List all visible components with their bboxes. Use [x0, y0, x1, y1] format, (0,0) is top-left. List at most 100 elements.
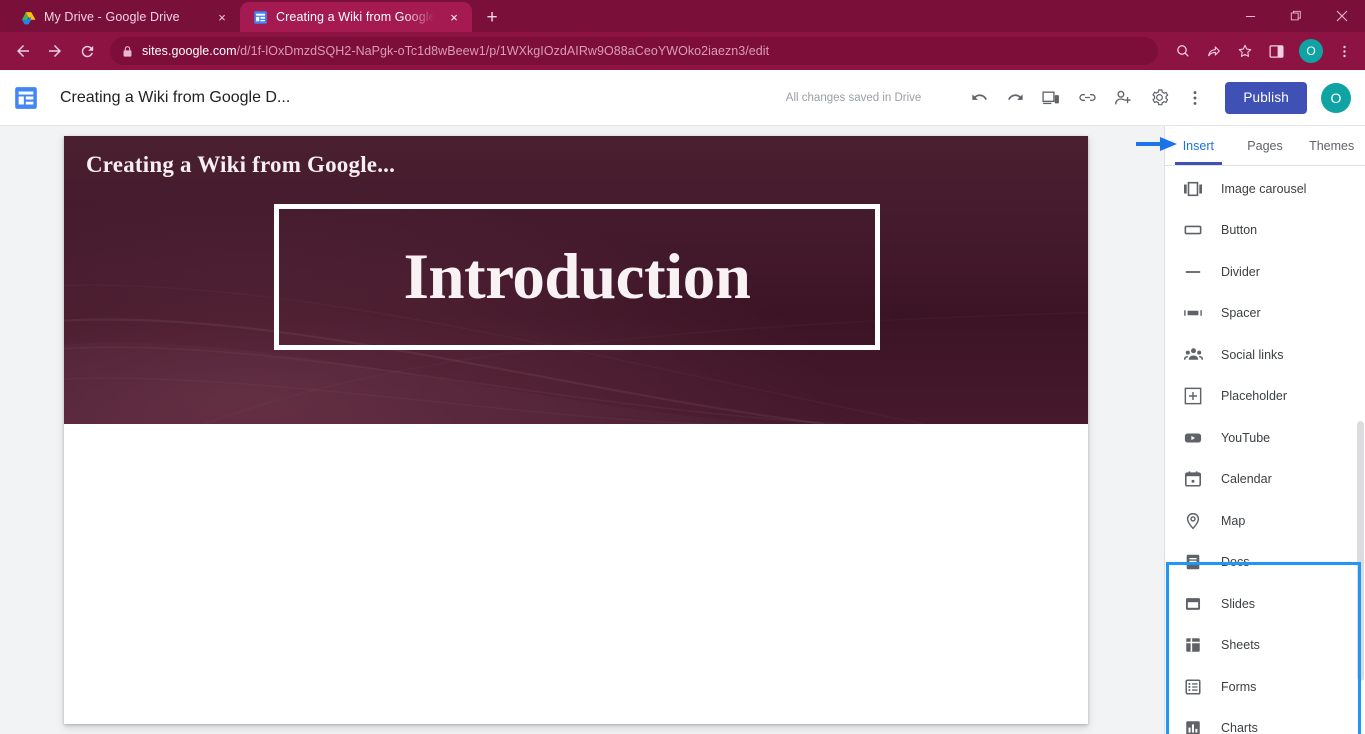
insert-item-slides[interactable]: Slides	[1165, 583, 1365, 625]
insert-item-label: Calendar	[1221, 472, 1272, 487]
new-tab-button[interactable]: +	[478, 3, 506, 31]
insert-item-label: Map	[1221, 513, 1246, 528]
browser-tab-drive[interactable]: My Drive - Google Drive ×	[8, 2, 240, 32]
page-title[interactable]: Creating a Wiki from Google D...	[60, 89, 290, 107]
insert-item-label: Docs	[1221, 555, 1250, 570]
search-icon[interactable]	[1168, 36, 1198, 66]
placeholder-plus-icon	[1183, 386, 1203, 406]
insert-item-label: Slides	[1221, 596, 1256, 611]
insert-item-label: Image carousel	[1221, 181, 1307, 196]
tab-pages[interactable]: Pages	[1232, 126, 1299, 165]
insert-item-label: Charts	[1221, 721, 1258, 734]
image-carousel-icon	[1183, 179, 1203, 199]
undo-icon[interactable]	[961, 80, 997, 116]
toolbar-actions: O	[1168, 36, 1359, 66]
drive-icon	[20, 9, 36, 25]
social-links-icon	[1183, 345, 1203, 365]
google-docs-icon	[1183, 552, 1203, 572]
redo-icon[interactable]	[997, 80, 1033, 116]
add-person-icon[interactable]	[1105, 80, 1141, 116]
url-domain: sites.google.com	[142, 44, 237, 58]
tab-title: Creating a Wiki from Google Doc	[276, 10, 438, 24]
insert-items-list: Image carousel Button Divider Spacer Soc…	[1165, 166, 1365, 734]
insert-item-calendar[interactable]: Calendar	[1165, 459, 1365, 501]
url-path: /d/1f-lOxDmzdSQH2-NaPgk-oTc1d8wBeew1/p/1…	[236, 44, 770, 58]
link-icon[interactable]	[1069, 80, 1105, 116]
button-icon	[1183, 220, 1203, 240]
insert-item-label: YouTube	[1221, 430, 1271, 445]
browser-window: My Drive - Google Drive × Creating a Wik…	[0, 0, 1365, 734]
site-banner[interactable]: Creating a Wiki from Google... Introduct…	[64, 136, 1088, 424]
insert-item-youtube[interactable]: YouTube	[1165, 417, 1365, 459]
insert-item-divider[interactable]: Divider	[1165, 251, 1365, 293]
page-content-area[interactable]	[64, 424, 1088, 724]
insert-item-image-carousel[interactable]: Image carousel	[1165, 168, 1365, 210]
youtube-icon	[1183, 428, 1203, 448]
sidebar-scrollbar[interactable]	[1357, 167, 1365, 734]
insert-item-label: Forms	[1221, 679, 1257, 694]
side-panel-icon[interactable]	[1261, 36, 1291, 66]
sidebar-tabs: Insert Pages Themes	[1165, 126, 1365, 166]
maximize-icon[interactable]	[1273, 0, 1319, 32]
publish-button[interactable]: Publish	[1225, 81, 1307, 114]
map-pin-icon	[1183, 511, 1203, 531]
three-dots-vertical-icon[interactable]	[1177, 80, 1213, 116]
preview-device-icon[interactable]	[1033, 80, 1069, 116]
save-status-text: All changes saved in Drive	[785, 91, 922, 104]
insert-item-label: Spacer	[1221, 306, 1261, 321]
scrollbar-thumb[interactable]	[1357, 421, 1364, 681]
insert-item-charts[interactable]: Charts	[1165, 708, 1365, 734]
account-avatar[interactable]: O	[1321, 82, 1351, 113]
tab-themes[interactable]: Themes	[1298, 126, 1365, 165]
address-bar[interactable]: sites.google.com/d/1f-lOxDmzdSQH2-NaPgk-…	[110, 37, 1158, 65]
google-charts-icon	[1183, 718, 1203, 734]
google-sheets-icon	[1183, 635, 1203, 655]
profile-avatar[interactable]: O	[1299, 39, 1323, 63]
insert-item-social-links[interactable]: Social links	[1165, 334, 1365, 376]
app-body: Creating a Wiki from Google... Introduct…	[0, 126, 1365, 734]
insert-item-forms[interactable]: Forms	[1165, 666, 1365, 708]
insert-item-sheets[interactable]: Sheets	[1165, 625, 1365, 667]
close-icon[interactable]	[1319, 0, 1365, 32]
reload-icon[interactable]	[72, 36, 102, 66]
close-icon[interactable]: ×	[446, 9, 462, 25]
minimize-icon[interactable]	[1227, 0, 1273, 32]
site-title-text[interactable]: Creating a Wiki from Google...	[86, 152, 395, 178]
insert-item-spacer[interactable]: Spacer	[1165, 293, 1365, 335]
three-dots-vertical-icon[interactable]	[1329, 36, 1359, 66]
browser-chrome: My Drive - Google Drive × Creating a Wik…	[0, 0, 1365, 70]
sites-icon	[252, 9, 268, 25]
google-sites-icon[interactable]	[12, 84, 40, 112]
insert-item-docs[interactable]: Docs	[1165, 542, 1365, 584]
hero-text[interactable]: Introduction	[404, 244, 751, 310]
insert-item-label: Placeholder	[1221, 389, 1288, 404]
calendar-icon	[1183, 469, 1203, 489]
url-text: sites.google.com/d/1f-lOxDmzdSQH2-NaPgk-…	[142, 44, 769, 58]
tab-strip: My Drive - Google Drive × Creating a Wik…	[0, 0, 1365, 32]
google-slides-icon	[1183, 594, 1203, 614]
google-forms-icon	[1183, 677, 1203, 697]
back-arrow-icon[interactable]	[8, 36, 38, 66]
insert-item-label: Divider	[1221, 264, 1260, 279]
browser-toolbar: sites.google.com/d/1f-lOxDmzdSQH2-NaPgk-…	[0, 32, 1365, 70]
share-icon[interactable]	[1199, 36, 1229, 66]
tab-title: My Drive - Google Drive	[44, 10, 180, 24]
site-page-card: Creating a Wiki from Google... Introduct…	[64, 136, 1088, 724]
divider-icon	[1183, 262, 1203, 282]
insert-sidebar: Insert Pages Themes Image carousel Butto…	[1164, 126, 1365, 734]
insert-item-button[interactable]: Button	[1165, 210, 1365, 252]
window-controls	[1227, 0, 1365, 32]
gear-icon[interactable]	[1141, 80, 1177, 116]
hero-text-frame[interactable]: Introduction	[274, 204, 880, 350]
insert-item-map[interactable]: Map	[1165, 500, 1365, 542]
star-icon[interactable]	[1230, 36, 1260, 66]
sites-app-header: Creating a Wiki from Google D... All cha…	[0, 70, 1365, 126]
lock-icon	[122, 45, 133, 58]
forward-arrow-icon[interactable]	[40, 36, 70, 66]
close-icon[interactable]: ×	[214, 9, 230, 25]
insert-item-label: Sheets	[1221, 638, 1260, 653]
browser-tab-sites[interactable]: Creating a Wiki from Google Doc ×	[240, 2, 472, 32]
insert-item-label: Social links	[1221, 347, 1284, 362]
annotation-arrow-icon	[1136, 137, 1177, 151]
insert-item-placeholder[interactable]: Placeholder	[1165, 376, 1365, 418]
